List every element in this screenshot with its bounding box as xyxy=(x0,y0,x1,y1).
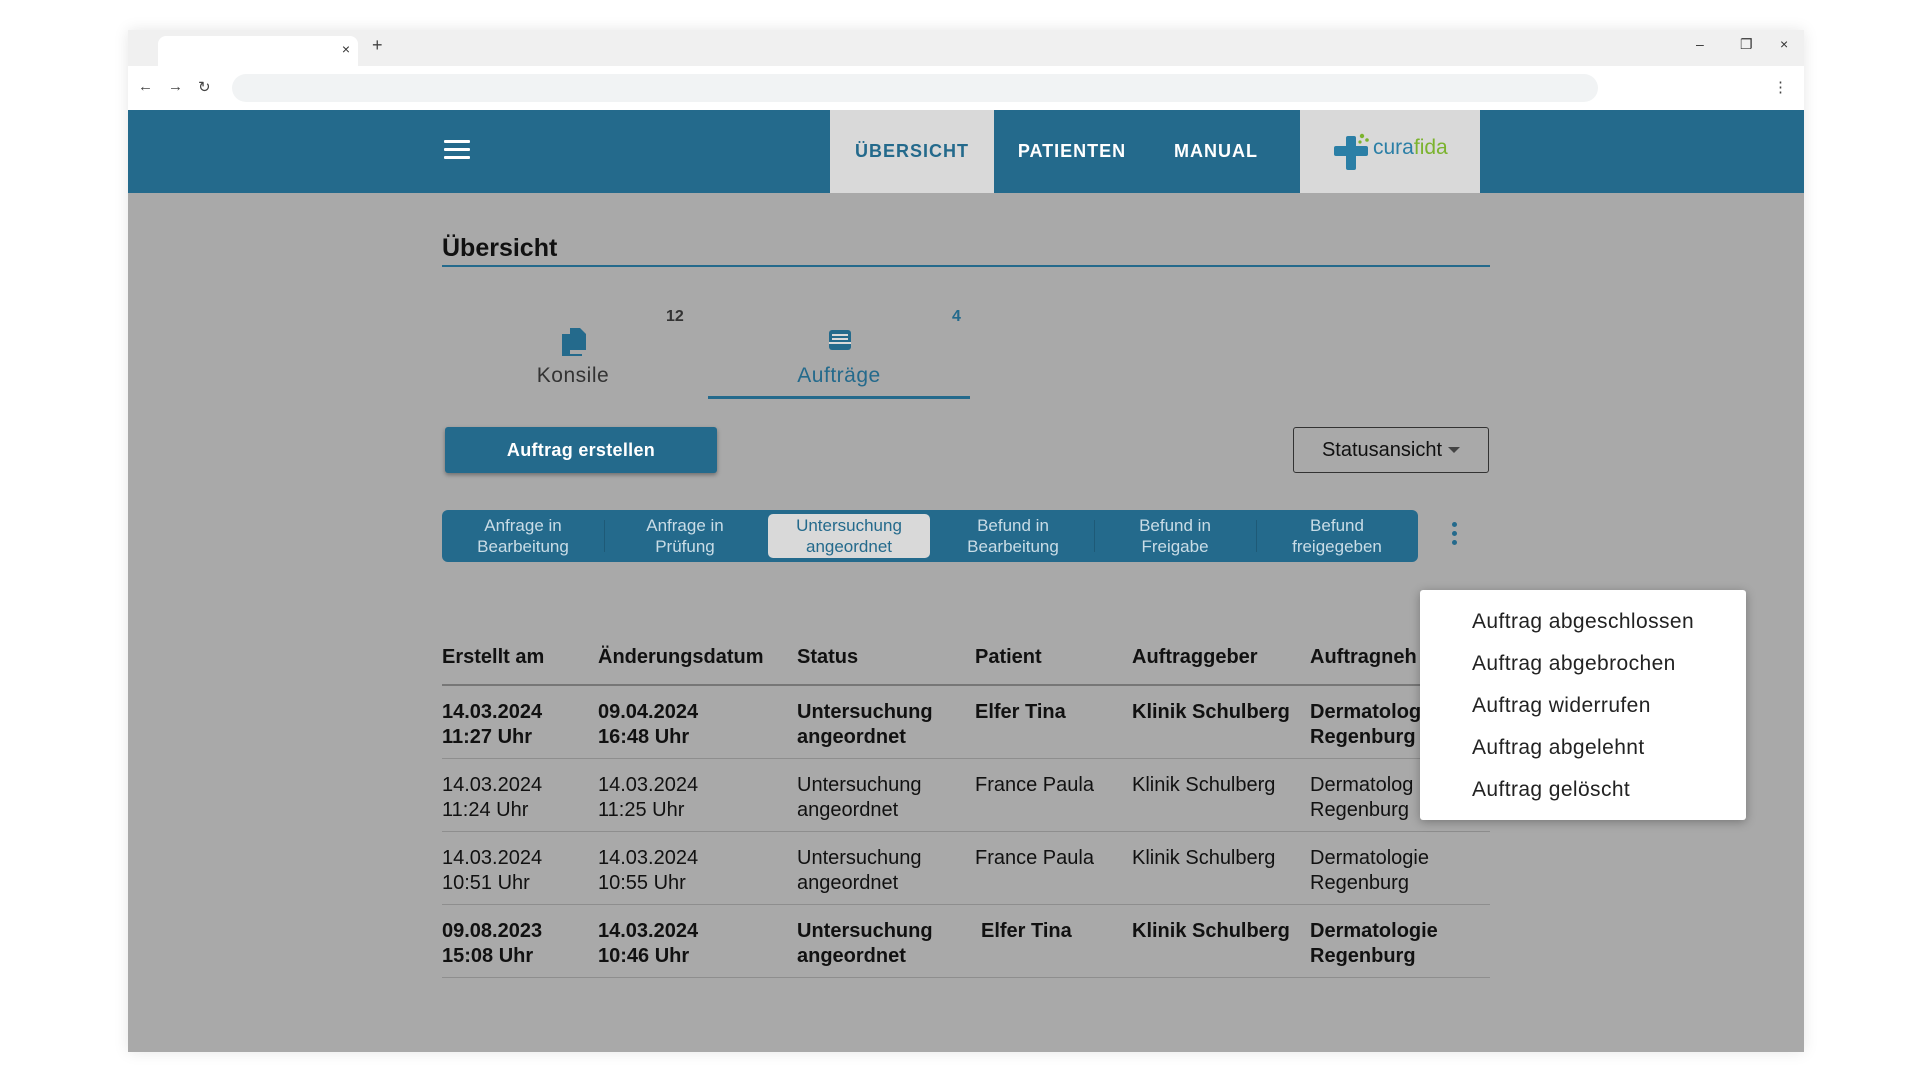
cell-status: Untersuchung angeordnet xyxy=(797,774,922,821)
cell-client: Klinik Schulberg xyxy=(1132,920,1290,942)
filter-anfrage-in-bearbeitung[interactable]: Anfrage in Bearbeitung xyxy=(442,512,604,560)
cell-changed: 14.03.2024 11:25 Uhr xyxy=(598,774,699,821)
caret-down-icon xyxy=(1448,447,1461,454)
table-row[interactable]: 14.03.2024 11:24 Uhr 14.03.2024 11:25 Uhr … xyxy=(442,759,1490,832)
status-view-dropdown[interactable]: Statusansicht xyxy=(1293,427,1489,473)
menu-item-abgebrochen[interactable]: Auftrag abgebrochen xyxy=(1472,652,1676,676)
filter-befund-in-freigabe[interactable]: Befund in Freigabe xyxy=(1094,512,1256,560)
browser-menu-icon[interactable]: ⋮ xyxy=(1773,78,1788,96)
title-divider xyxy=(442,265,1490,267)
address-bar: ← → ↻ ⋮ xyxy=(128,66,1804,111)
forward-icon[interactable]: → xyxy=(168,78,183,95)
filter-befund-freigegeben[interactable]: Befund freigegeben xyxy=(1256,512,1418,560)
nav-tab-patienten[interactable]: PATIENTEN xyxy=(994,110,1150,193)
hamburger-menu-icon[interactable] xyxy=(444,140,470,162)
cell-contractor: Dermatologie Regenburg xyxy=(1310,920,1438,967)
filter-untersuchung-angeordnet[interactable]: Untersuchung angeordnet xyxy=(768,514,930,558)
cell-client: Klinik Schulberg xyxy=(1132,774,1276,796)
col-auftragnehmer[interactable]: Auftragneh xyxy=(1310,646,1417,669)
back-icon[interactable]: ← xyxy=(138,78,153,95)
tab-konsile-label: Konsile xyxy=(536,364,610,387)
col-auftraggeber[interactable]: Auftraggeber xyxy=(1132,646,1258,669)
create-order-button[interactable]: Auftrag erstellen xyxy=(445,427,717,473)
col-erstellt-am[interactable]: Erstellt am xyxy=(442,646,544,669)
order-status-menu: Auftrag abgeschlossen Auftrag abgebroche… xyxy=(1420,590,1746,820)
cell-contractor: Dermatolog Regenburg xyxy=(1310,774,1414,821)
inbox-icon xyxy=(829,330,851,350)
orders-table: Erstellt am Änderungsdatum Status Patien… xyxy=(442,634,1490,978)
cell-patient: Elfer Tina xyxy=(975,701,1066,723)
cell-created: 14.03.2024 10:51 Uhr xyxy=(442,847,543,894)
menu-item-abgeschlossen[interactable]: Auftrag abgeschlossen xyxy=(1472,610,1694,634)
cell-patient: Elfer Tina xyxy=(981,920,1072,942)
status-filter-bar: Anfrage in Bearbeitung Anfrage in Prüfung … xyxy=(442,510,1418,562)
konsile-count: 12 xyxy=(666,308,684,325)
minimize-icon[interactable]: – xyxy=(1696,36,1704,52)
nav-tab-uebersicht[interactable]: ÜBERSICHT xyxy=(830,110,994,193)
nav-tab-manual[interactable]: MANUAL xyxy=(1150,110,1282,193)
documents-icon xyxy=(562,328,586,356)
browser-window: × + – ❐ × ← → ↻ ⋮ ÜBERSICHT PATIENTEN MA… xyxy=(128,30,1804,1052)
status-view-label: Statusansicht xyxy=(1321,438,1443,461)
cell-status: Untersuchung angeordnet xyxy=(797,920,933,967)
cell-changed: 09.04.2024 16:48 Uhr xyxy=(598,701,699,748)
more-options-icon[interactable] xyxy=(1449,522,1459,550)
restore-icon[interactable]: ❐ xyxy=(1740,36,1753,53)
cross-logo-icon xyxy=(1334,133,1369,170)
tab-auftraege[interactable]: 4 Aufträge xyxy=(708,300,970,399)
cell-client: Klinik Schulberg xyxy=(1132,847,1276,869)
cell-contractor: Dermatologie Regenburg xyxy=(1310,847,1429,894)
cell-created: 14.03.2024 11:24 Uhr xyxy=(442,774,543,821)
browser-tab[interactable]: × xyxy=(158,36,358,66)
cell-contractor: Dermatolog Regenburg xyxy=(1310,701,1422,748)
tab-konsile[interactable]: 12 Konsile xyxy=(442,300,704,396)
table-header: Erstellt am Änderungsdatum Status Patien… xyxy=(442,634,1490,686)
curafida-logo[interactable]: curafida xyxy=(1300,110,1480,193)
cell-created: 09.08.2023 15:08 Uhr xyxy=(442,920,543,967)
new-tab-button[interactable]: + xyxy=(372,35,383,56)
logo-wordmark: curafida xyxy=(1373,136,1448,159)
cell-status: Untersuchung angeordnet xyxy=(797,701,933,748)
auftraege-count: 4 xyxy=(952,308,961,325)
cell-changed: 14.03.2024 10:55 Uhr xyxy=(598,847,699,894)
col-status[interactable]: Status xyxy=(797,646,858,669)
menu-item-geloescht[interactable]: Auftrag gelöscht xyxy=(1472,778,1630,802)
tab-close-icon[interactable]: × xyxy=(342,41,350,57)
cell-changed: 14.03.2024 10:46 Uhr xyxy=(598,920,699,967)
col-patient[interactable]: Patient xyxy=(975,646,1042,669)
cell-created: 14.03.2024 11:27 Uhr xyxy=(442,701,543,748)
filter-befund-in-bearbeitung[interactable]: Befund in Bearbeitung xyxy=(932,512,1094,560)
cell-status: Untersuchung angeordnet xyxy=(797,847,922,894)
cell-patient: France Paula xyxy=(975,847,1094,869)
filter-anfrage-in-pruefung[interactable]: Anfrage in Prüfung xyxy=(604,512,766,560)
table-row[interactable]: 14.03.2024 11:27 Uhr 09.04.2024 16:48 Uhr … xyxy=(442,686,1490,759)
cell-client: Klinik Schulberg xyxy=(1132,701,1290,723)
tab-auftraege-label: Aufträge xyxy=(797,364,881,387)
table-row[interactable]: 09.08.2023 15:08 Uhr 14.03.2024 10:46 Uhr … xyxy=(442,905,1490,978)
menu-item-widerrufen[interactable]: Auftrag widerrufen xyxy=(1472,694,1651,718)
table-row[interactable]: 14.03.2024 10:51 Uhr 14.03.2024 10:55 Uhr … xyxy=(442,832,1490,905)
col-aenderungsdatum[interactable]: Änderungsdatum xyxy=(598,646,764,669)
url-input[interactable] xyxy=(232,74,1598,102)
page-title: Übersicht xyxy=(442,234,558,262)
app-header: ÜBERSICHT PATIENTEN MANUAL curafida xyxy=(128,110,1804,193)
window-close-icon[interactable]: × xyxy=(1780,36,1788,52)
browser-tabstrip: × + – ❐ × xyxy=(128,30,1804,66)
cell-patient: France Paula xyxy=(975,774,1094,796)
reload-icon[interactable]: ↻ xyxy=(198,78,211,96)
menu-item-abgelehnt[interactable]: Auftrag abgelehnt xyxy=(1472,736,1645,760)
